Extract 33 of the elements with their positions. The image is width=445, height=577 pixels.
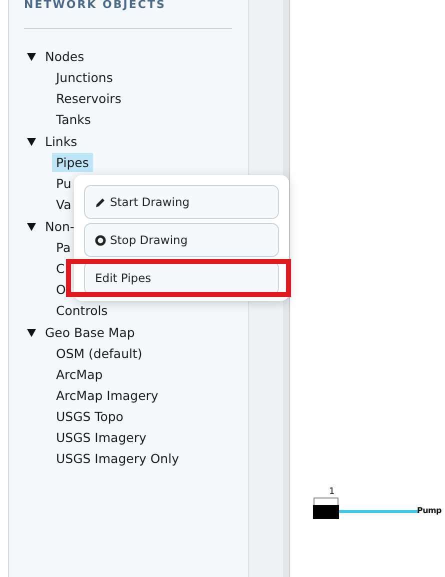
tree-group[interactable]: Non- [45, 218, 74, 235]
label-bracket-icon [313, 497, 339, 505]
tree-item[interactable]: Va [52, 195, 76, 214]
tree-item[interactable]: Pipes [52, 153, 93, 172]
tree-item[interactable]: Junctions [52, 68, 117, 87]
tree-item[interactable]: Tanks [52, 110, 95, 129]
tree-group[interactable]: Links [45, 133, 78, 150]
tree-item[interactable]: USGS Imagery [52, 428, 150, 447]
tree-group[interactable]: Geo Base Map [45, 324, 135, 341]
tree-item[interactable]: OSM (default) [52, 344, 146, 363]
stop-icon [95, 234, 106, 246]
node-label: 1 [329, 487, 335, 497]
tree-item[interactable]: Reservoirs [52, 89, 126, 108]
tree-item[interactable]: Pa [52, 238, 75, 257]
collapse-icon[interactable] [27, 222, 36, 232]
menu-button[interactable]: Stop Drawing [84, 223, 279, 257]
tree-item[interactable]: USGS Imagery Only [52, 449, 183, 468]
tree-group[interactable]: Nodes [45, 48, 84, 65]
tree-item[interactable]: Pu [52, 174, 76, 193]
pump-label: Pump [417, 506, 442, 515]
tree-item[interactable]: C [52, 259, 69, 278]
reservoir-node[interactable] [313, 505, 339, 519]
tree-item[interactable]: USGS Topo [52, 407, 128, 426]
pencil-icon [95, 196, 106, 208]
tree-item[interactable]: ArcMap Imagery [52, 386, 162, 405]
collapse-icon[interactable] [27, 328, 36, 338]
tree-item[interactable]: ArcMap [52, 365, 107, 384]
collapse-icon[interactable] [27, 136, 36, 146]
menu-button[interactable]: Start Drawing [84, 185, 279, 219]
tree-item[interactable]: O [52, 280, 70, 299]
tree-item[interactable]: Controls [52, 301, 112, 320]
panel-title: NETWORK OBJECTS [24, 0, 167, 10]
collapse-icon[interactable] [27, 52, 36, 62]
